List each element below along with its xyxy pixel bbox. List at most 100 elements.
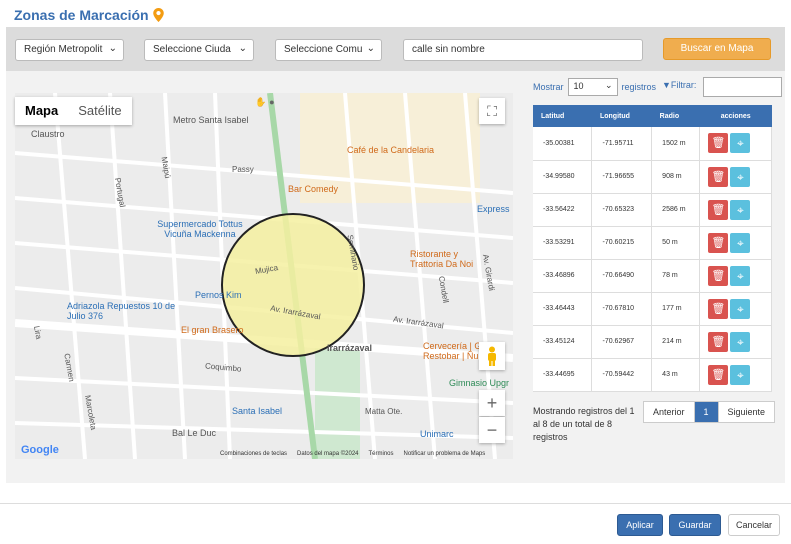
delete-button[interactable]: 🗑 <box>708 364 729 385</box>
commune-select[interactable]: Seleccione Comu ⌄ <box>275 39 382 61</box>
locate-button[interactable]: ⌖ <box>730 133 751 154</box>
keyboard-shortcuts-link[interactable]: Combinaciones de teclas <box>220 451 287 457</box>
trash-icon: 🗑 <box>711 368 726 381</box>
longitud-cell: -71.96655 <box>591 160 653 194</box>
poi-adriazola[interactable]: Adriazola Repuestos 10 de Julio 376 <box>67 301 177 321</box>
locate-button[interactable]: ⌖ <box>730 232 751 253</box>
table-filter-input[interactable] <box>703 77 782 97</box>
poi-express[interactable]: Express <box>477 204 510 214</box>
map-type-tabs: Mapa Satélite <box>15 97 132 125</box>
latitud-cell: -34.99580 <box>533 160 593 194</box>
poi-gimnasio[interactable]: Gimnasio Upgr <box>449 378 509 388</box>
prev-page-button[interactable]: Anterior <box>644 402 694 422</box>
crosshair-icon: ⌖ <box>737 334 744 349</box>
locate-button[interactable]: ⌖ <box>730 166 751 187</box>
cancel-button[interactable]: Cancelar <box>728 514 780 536</box>
hand-drag-icon[interactable]: ✋ ● <box>250 95 280 109</box>
filter-bar: Región Metropolit ⌄ Seleccione Ciuda ⌄ Sel… <box>6 27 785 71</box>
map-footer: Combinaciones de teclas Datos del mapa ©… <box>220 451 485 457</box>
poi-bar-comedy[interactable]: Bar Comedy <box>288 184 338 194</box>
table-row: -33.53291 -70.60215 50 m 🗑 ⌖ <box>533 226 772 260</box>
locate-button[interactable]: ⌖ <box>730 298 751 319</box>
region-select[interactable]: Región Metropolit ⌄ <box>15 39 124 61</box>
crosshair-icon: ⌖ <box>737 169 744 184</box>
longitud-cell: -70.59442 <box>591 358 653 392</box>
chevron-down-icon: ⌄ <box>366 43 375 54</box>
poi-tottus[interactable]: Supermercado Tottus Vicuña Mackenna <box>145 219 255 239</box>
delete-button[interactable]: 🗑 <box>708 232 729 253</box>
location-pin-icon <box>152 8 164 22</box>
crosshair-icon: ⌖ <box>737 136 744 151</box>
delete-button[interactable]: 🗑 <box>708 265 729 286</box>
longitud-cell: -70.67810 <box>591 292 653 326</box>
street-view-pegman-icon[interactable] <box>479 342 505 370</box>
city-select[interactable]: Seleccione Ciuda ⌄ <box>144 39 254 61</box>
trash-icon: 🗑 <box>711 170 726 183</box>
locate-button[interactable]: ⌖ <box>730 364 751 385</box>
delete-button[interactable]: 🗑 <box>708 199 729 220</box>
latitud-cell: -33.53291 <box>533 226 593 260</box>
actions-cell: 🗑 ⌖ <box>699 358 772 392</box>
page-size-select[interactable]: 10 ⌄ <box>567 78 618 96</box>
zoom-out-button[interactable]: − <box>479 417 505 443</box>
poi-irarrazaval[interactable]: Irarrázaval <box>327 343 372 353</box>
search-map-button[interactable]: Buscar en Mapa <box>663 38 771 60</box>
radio-cell: 2586 m <box>651 193 701 227</box>
next-page-button[interactable]: Siguiente <box>717 402 775 422</box>
longitud-cell: -70.66490 <box>591 259 653 293</box>
page-size-control: Mostrar 10 ⌄ registros <box>533 78 656 96</box>
fullscreen-icon[interactable]: ⛶ <box>479 98 505 124</box>
locate-button[interactable]: ⌖ <box>730 199 751 220</box>
longitud-cell: -71.95711 <box>591 127 653 161</box>
table-row: -33.46896 -70.66490 78 m 🗑 ⌖ <box>533 259 772 293</box>
save-button[interactable]: Guardar <box>669 514 721 536</box>
tab-satellite[interactable]: Satélite <box>68 97 131 125</box>
column-header-acciones: acciones <box>699 105 772 127</box>
column-header-latitud[interactable]: Latitud <box>533 105 592 127</box>
report-problem-link[interactable]: Notificar un problema de Maps <box>404 451 486 457</box>
table-row: -35.00381 -71.95711 1502 m 🗑 ⌖ <box>533 127 772 161</box>
latitud-cell: -33.46443 <box>533 292 593 326</box>
address-input[interactable]: calle sin nombre <box>403 39 643 61</box>
tab-map[interactable]: Mapa <box>15 97 68 125</box>
poi-pernos-kim[interactable]: Pernos Kim <box>195 290 242 300</box>
table-row: -33.45124 -70.62967 214 m 🗑 ⌖ <box>533 325 772 359</box>
longitud-cell: -70.65323 <box>591 193 653 227</box>
delete-button[interactable]: 🗑 <box>708 298 729 319</box>
radio-cell: 50 m <box>651 226 701 260</box>
chevron-down-icon: ⌄ <box>604 80 613 90</box>
actions-cell: 🗑 ⌖ <box>699 193 772 227</box>
map-canvas[interactable]: Metro Santa Isabel Claustro Café de la C… <box>15 93 513 459</box>
chevron-down-icon: ⌄ <box>238 43 247 54</box>
map-data-text: Datos del mapa ©2024 <box>297 451 359 457</box>
page-1-button[interactable]: 1 <box>693 402 718 422</box>
column-header-radio[interactable]: Radio <box>651 105 700 127</box>
poi-gran-brasero[interactable]: El gran Brasero <box>181 325 244 335</box>
latitud-cell: -33.45124 <box>533 325 593 359</box>
poi-cafe-candelaria[interactable]: Café de la Candelaria <box>347 145 434 155</box>
locate-button[interactable]: ⌖ <box>730 265 751 286</box>
actions-cell: 🗑 ⌖ <box>699 160 772 194</box>
poi-metro-santa-isabel[interactable]: Metro Santa Isabel <box>173 115 249 125</box>
longitud-cell: -70.60215 <box>591 226 653 260</box>
terms-link[interactable]: Términos <box>369 451 394 457</box>
latitud-cell: -33.46896 <box>533 259 593 293</box>
poi-trattoria[interactable]: Ristorante y Trattoria Da Noi <box>410 249 480 269</box>
zoom-in-button[interactable]: + <box>479 390 505 416</box>
longitud-cell: -70.62967 <box>591 325 653 359</box>
street-label: Matta Ote. <box>365 407 403 416</box>
crosshair-icon: ⌖ <box>737 235 744 250</box>
delete-button[interactable]: 🗑 <box>708 133 729 154</box>
poi-unimarc[interactable]: Unimarc <box>420 429 454 439</box>
column-header-longitud[interactable]: Longitud <box>591 105 652 127</box>
trash-icon: 🗑 <box>711 236 726 249</box>
radio-cell: 908 m <box>651 160 701 194</box>
locate-button[interactable]: ⌖ <box>730 331 751 352</box>
table-row: -33.46443 -70.67810 177 m 🗑 ⌖ <box>533 292 772 326</box>
apply-button[interactable]: Aplicar <box>617 514 663 536</box>
poi-santa-isabel[interactable]: Santa Isabel <box>232 406 282 416</box>
delete-button[interactable]: 🗑 <box>708 166 729 187</box>
actions-cell: 🗑 ⌖ <box>699 292 772 326</box>
chevron-down-icon: ⌄ <box>108 43 117 54</box>
delete-button[interactable]: 🗑 <box>708 331 729 352</box>
